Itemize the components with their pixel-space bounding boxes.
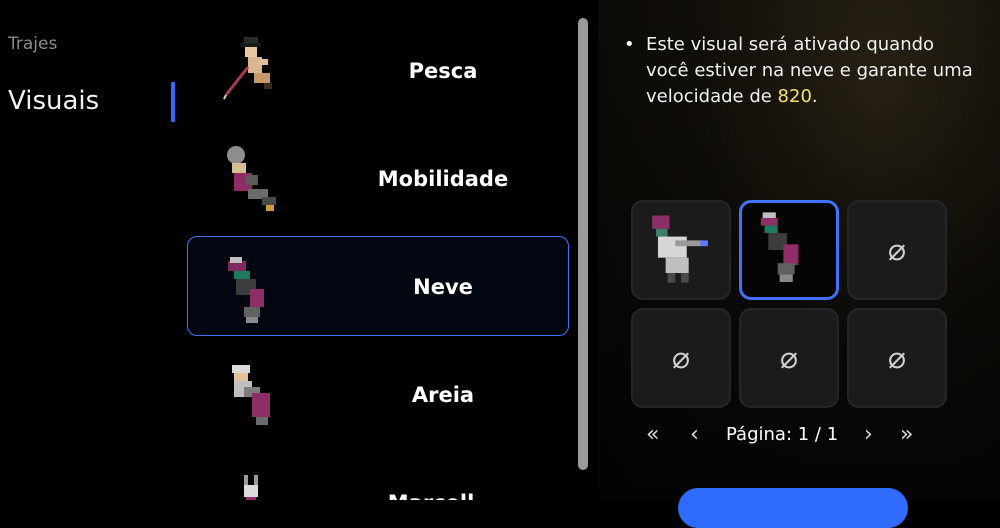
mobility-character-icon (227, 146, 276, 211)
snow-skin-icon (760, 212, 799, 282)
nav-item-trajes[interactable]: Trajes (8, 34, 57, 54)
character-icon (244, 475, 258, 500)
mount-list: Pesca Mobilidade Neve Areia (182, 0, 577, 500)
empty-slot-icon: ⌀ (887, 232, 907, 268)
prev-page-icon[interactable]: ‹ (690, 422, 699, 447)
snow-character-icon (228, 257, 264, 323)
fishing-character-icon (223, 37, 272, 100)
list-item-label: Pesca (408, 59, 478, 83)
empty-slot[interactable]: ⌀ (739, 308, 839, 408)
pagination: « ‹ Página: 1 / 1 › » (646, 420, 936, 450)
visual-description: • Este visual será ativado quando você e… (624, 32, 974, 110)
skin-slot-selected[interactable] (739, 200, 839, 300)
category-nav: Trajes Visuais (0, 0, 180, 500)
details-panel: • Este visual será ativado quando você e… (598, 0, 1000, 500)
list-scrollbar[interactable] (578, 18, 588, 470)
active-nav-indicator (171, 82, 175, 122)
list-item-areia[interactable]: Areia (187, 344, 569, 444)
list-item-label: Neve (413, 275, 473, 299)
list-item-mobilidade[interactable]: Mobilidade (187, 128, 569, 228)
character-skin-icon (652, 215, 708, 283)
empty-slot-icon: ⌀ (779, 340, 799, 376)
description-text: Este visual será ativado quando você est… (646, 32, 974, 110)
list-item-label: Mobilidade (377, 167, 509, 191)
empty-slot-icon: ⌀ (671, 340, 691, 376)
action-button[interactable] (678, 488, 908, 528)
empty-slot[interactable]: ⌀ (631, 308, 731, 408)
speed-value: 820 (777, 86, 812, 107)
bullet: • (624, 34, 635, 55)
empty-slot[interactable]: ⌀ (847, 308, 947, 408)
list-item-pesca[interactable]: Pesca (187, 20, 569, 120)
description-end: . (811, 86, 818, 107)
list-item-label: Areia (411, 383, 475, 407)
list-item-label: Marcell... (318, 453, 568, 500)
list-item-neve[interactable]: Neve (187, 236, 569, 336)
page-indicator: Página: 1 / 1 (726, 424, 839, 445)
next-page-icon[interactable]: › (864, 422, 873, 447)
last-page-icon[interactable]: » (900, 422, 913, 447)
first-page-icon[interactable]: « (646, 422, 659, 447)
skin-slot[interactable] (631, 200, 731, 300)
list-item-marcell[interactable]: Marcell... (187, 452, 569, 500)
empty-slot-icon: ⌀ (887, 340, 907, 376)
nav-item-visuais[interactable]: Visuais (8, 86, 99, 116)
sand-character-icon (232, 365, 270, 425)
empty-slot[interactable]: ⌀ (847, 200, 947, 300)
